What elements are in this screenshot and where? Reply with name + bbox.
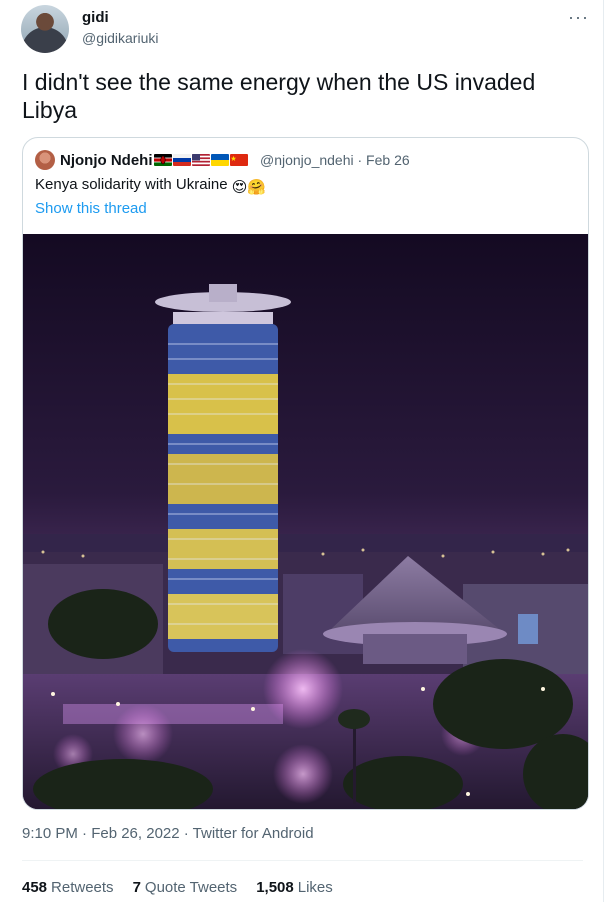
china-flag-icon bbox=[230, 154, 248, 166]
quoted-tweet-text: Kenya solidarity with Ukraine 😍🤗 bbox=[35, 176, 267, 196]
flag-emojis bbox=[154, 152, 248, 166]
quoted-tweet[interactable]: Njonjo Ndehi @njonjo_ndehi · Feb 26 Keny… bbox=[22, 137, 589, 810]
tweet-detail: gidi @gidikariuki ··· I didn't see the s… bbox=[0, 0, 604, 902]
kenya-flag-icon bbox=[154, 154, 172, 166]
author-display-name[interactable]: gidi bbox=[82, 9, 109, 26]
quoted-handle-date[interactable]: @njonjo_ndehi · Feb 26 bbox=[260, 152, 410, 168]
quoted-author-name[interactable]: Njonjo Ndehi bbox=[60, 152, 153, 169]
divider bbox=[22, 860, 583, 861]
tweet-source[interactable]: Twitter for Android bbox=[193, 825, 314, 842]
tweet-text: I didn't see the same energy when the US… bbox=[22, 69, 536, 123]
more-dots-icon[interactable]: ··· bbox=[568, 7, 589, 28]
quoted-author-avatar[interactable] bbox=[35, 150, 55, 170]
author-handle[interactable]: @gidikariuki bbox=[82, 30, 158, 46]
usa-flag-icon bbox=[192, 154, 210, 166]
tweet-meta: 9:10 PM · Feb 26, 2022 · Twitter for And… bbox=[22, 825, 314, 842]
ukraine-flag-icon bbox=[211, 154, 229, 166]
show-thread-link[interactable]: Show this thread bbox=[35, 200, 147, 217]
retweets-stat[interactable]: 458 Retweets bbox=[22, 879, 114, 896]
likes-stat[interactable]: 1,508 Likes bbox=[256, 879, 333, 896]
author-avatar[interactable] bbox=[21, 5, 69, 53]
tweet-stats: 458 Retweets 7 Quote Tweets 1,508 Likes bbox=[22, 879, 333, 896]
tweet-timestamp[interactable]: 9:10 PM · Feb 26, 2022 · bbox=[22, 825, 193, 842]
emoji-heart-eyes-hug-icon: 😍🤗 bbox=[231, 179, 267, 196]
quote-tweets-stat[interactable]: 7 Quote Tweets bbox=[133, 879, 238, 896]
russia-flag-icon bbox=[173, 154, 191, 166]
kicc-tower-night-photo[interactable] bbox=[23, 234, 588, 809]
